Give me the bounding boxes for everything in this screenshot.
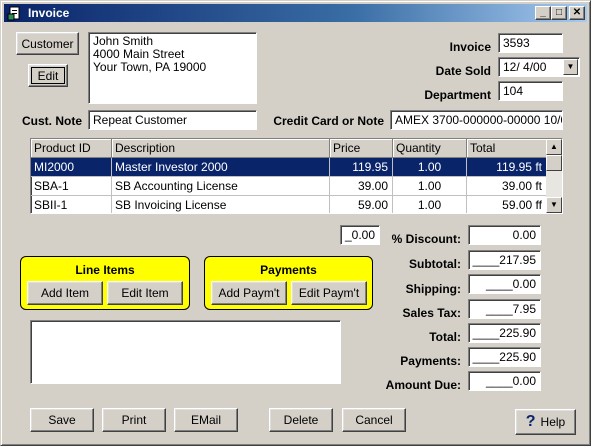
chevron-down-icon[interactable]: ▼ bbox=[563, 59, 578, 75]
save-button[interactable]: Save bbox=[30, 408, 94, 432]
amount-due-field[interactable]: ____0.00 bbox=[468, 371, 541, 391]
shipping-label: Shipping: bbox=[405, 282, 461, 296]
date-sold-combo[interactable]: 12/ 4/00 ▼ bbox=[498, 57, 580, 77]
window-title: Invoice bbox=[28, 6, 70, 20]
cell-price: 39.00 bbox=[330, 177, 393, 196]
cust-note-label: Cust. Note bbox=[22, 114, 82, 128]
department-field[interactable]: 104 bbox=[498, 81, 563, 101]
cell-quantity: 1.00 bbox=[393, 158, 467, 177]
customer-button[interactable]: Customer bbox=[16, 32, 79, 55]
cell-quantity: 1.00 bbox=[393, 177, 467, 196]
credit-card-label: Credit Card or Note bbox=[273, 114, 384, 128]
date-sold-label: Date Sold bbox=[435, 64, 491, 78]
address-line: Your Town, PA 19000 bbox=[93, 60, 207, 74]
header-description[interactable]: Description bbox=[112, 139, 330, 158]
payments-label: Payments: bbox=[400, 354, 461, 368]
cust-note-field[interactable]: Repeat Customer bbox=[88, 110, 257, 130]
invoice-label: Invoice bbox=[449, 40, 491, 54]
header-price[interactable]: Price bbox=[330, 139, 393, 158]
sales-tax-label: Sales Tax: bbox=[402, 306, 461, 320]
invoice-number-field[interactable]: 3593 bbox=[498, 33, 563, 53]
shipping-field[interactable]: ____0.00 bbox=[468, 274, 541, 294]
delete-button[interactable]: Delete bbox=[269, 408, 333, 432]
cell-total: 59.00 ff bbox=[467, 196, 547, 213]
cell-product-id: SBA-1 bbox=[31, 177, 112, 196]
cell-quantity: 1.00 bbox=[393, 196, 467, 213]
subtotal-label: Subtotal: bbox=[409, 257, 461, 271]
department-label: Department bbox=[424, 88, 491, 102]
sales-tax-field[interactable]: ____7.95 bbox=[468, 299, 541, 319]
app-icon bbox=[7, 6, 20, 21]
cell-product-id: MI2000 bbox=[31, 158, 112, 177]
memo-box[interactable] bbox=[30, 320, 341, 384]
amount-due-label: Amount Due: bbox=[385, 378, 461, 392]
cell-product-id: SBII-1 bbox=[31, 196, 112, 213]
payments-title: Payments bbox=[260, 263, 317, 277]
minimize-button[interactable]: _ bbox=[535, 6, 551, 20]
header-total[interactable]: Total bbox=[467, 139, 547, 158]
subtotal-field[interactable]: ____217.95 bbox=[468, 250, 541, 270]
scroll-up-icon[interactable]: ▲ bbox=[546, 139, 562, 155]
maximize-button[interactable]: □ bbox=[551, 6, 567, 20]
grid-scrollbar[interactable]: ▲ ▼ bbox=[546, 139, 562, 213]
header-quantity[interactable]: Quantity bbox=[393, 139, 467, 158]
edit-payment-button[interactable]: Edit Paym't bbox=[291, 281, 367, 305]
cell-total: 119.95 ft bbox=[467, 158, 547, 177]
cell-price: 119.95 bbox=[330, 158, 393, 177]
payments-group: Payments Add Paym't Edit Paym't bbox=[204, 256, 373, 310]
email-button[interactable]: EMail bbox=[174, 408, 238, 432]
discount-label: % Discount: bbox=[391, 232, 461, 246]
help-icon: ? bbox=[525, 413, 536, 430]
title-bar[interactable]: Invoice _ □ ✕ bbox=[4, 4, 587, 22]
discount-field[interactable]: 0.00 bbox=[468, 225, 541, 245]
line-items-group: Line Items Add Item Edit Item bbox=[20, 256, 190, 310]
invoice-window: Invoice _ □ ✕ Customer Edit John Smith 4… bbox=[0, 0, 591, 446]
help-button[interactable]: ? Help bbox=[515, 409, 576, 435]
help-label: Help bbox=[540, 415, 566, 429]
scroll-down-icon[interactable]: ▼ bbox=[546, 197, 562, 213]
scroll-thumb[interactable] bbox=[546, 155, 562, 171]
close-button[interactable]: ✕ bbox=[569, 6, 585, 20]
cancel-button[interactable]: Cancel bbox=[342, 408, 406, 432]
cell-price: 59.00 bbox=[330, 196, 393, 213]
print-button[interactable]: Print bbox=[102, 408, 166, 432]
credit-card-field[interactable]: AMEX 3700-000000-00000 10/05 bbox=[390, 110, 563, 130]
edit-customer-button[interactable]: Edit bbox=[28, 64, 68, 87]
edit-item-button[interactable]: Edit Item bbox=[107, 281, 183, 305]
add-payment-button[interactable]: Add Paym't bbox=[211, 281, 287, 305]
total-field[interactable]: ____225.90 bbox=[468, 323, 541, 343]
cell-description: Master Investor 2000 bbox=[112, 158, 330, 177]
date-sold-value: 12/ 4/00 bbox=[503, 60, 547, 74]
add-item-button[interactable]: Add Item bbox=[27, 281, 103, 305]
line-items-title: Line Items bbox=[75, 263, 135, 277]
cell-description: SB Accounting License bbox=[112, 177, 330, 196]
customer-address-box[interactable]: John Smith 4000 Main Street Your Town, P… bbox=[88, 32, 257, 104]
cell-total: 39.00 ft bbox=[467, 177, 547, 196]
cell-description: SB Invoicing License bbox=[112, 196, 330, 213]
line-items-grid[interactable]: Product ID Description Price Quantity To… bbox=[30, 138, 563, 214]
payments-field[interactable]: ____225.90 bbox=[468, 347, 541, 367]
header-product-id[interactable]: Product ID bbox=[31, 139, 112, 158]
total-label: Total: bbox=[429, 330, 461, 344]
